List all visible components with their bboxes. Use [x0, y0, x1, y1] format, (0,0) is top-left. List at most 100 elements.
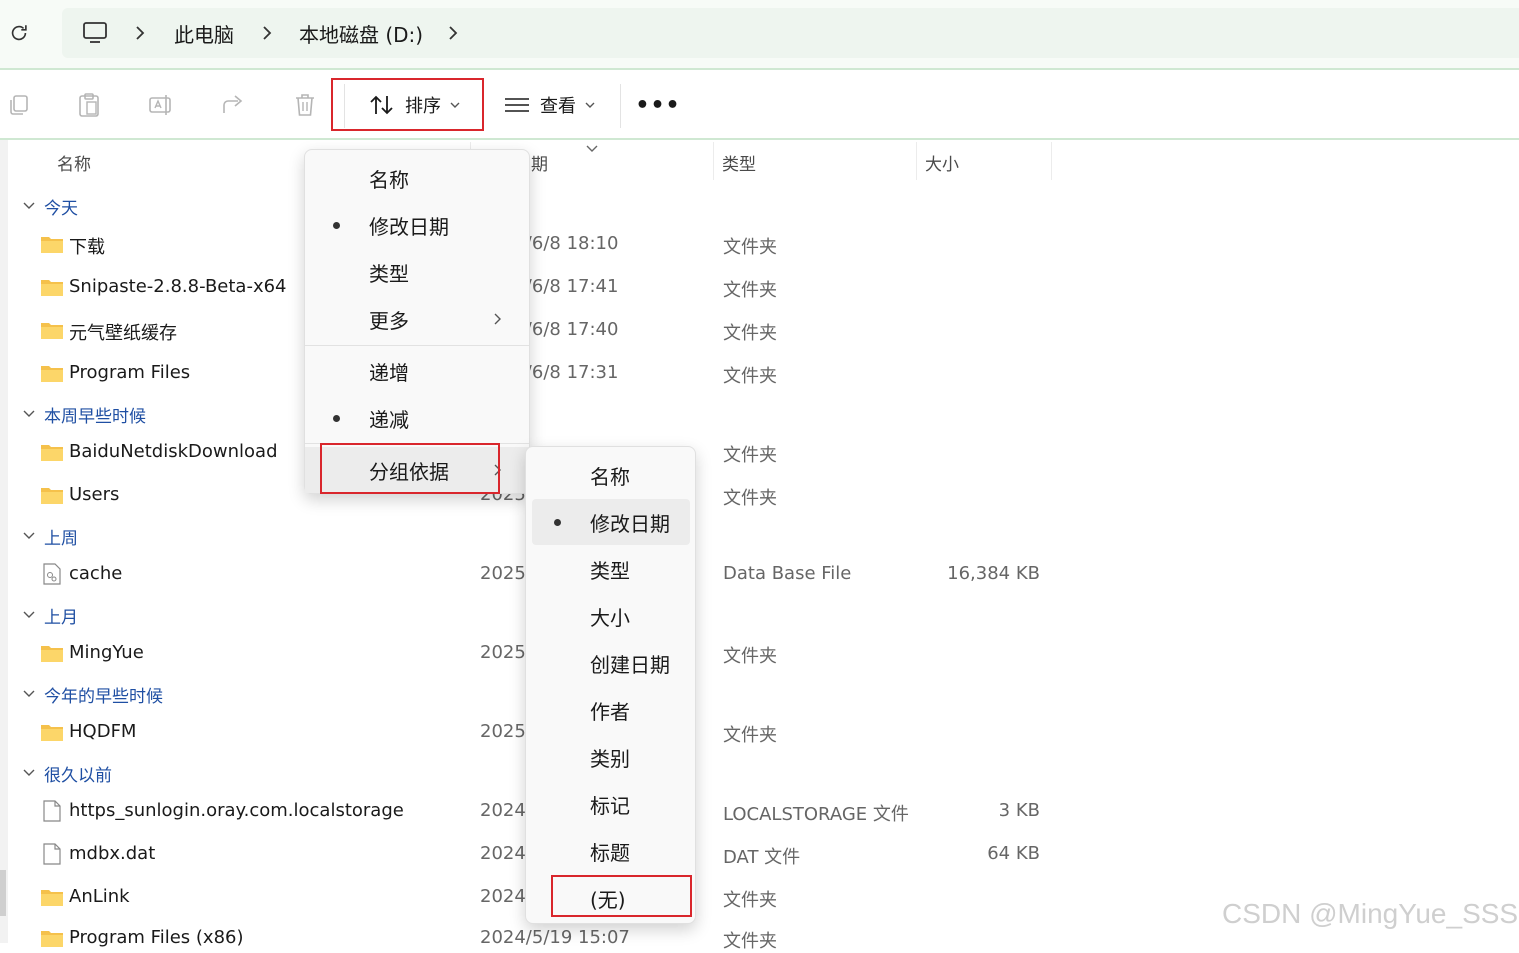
file-icon	[43, 800, 61, 822]
more-dots-icon: •••	[635, 92, 681, 118]
file-size: 64 KB	[987, 843, 1040, 864]
folder-icon	[41, 445, 63, 461]
watermark: CSDN @MingYue_SSS	[1222, 898, 1519, 929]
chevron-right-icon[interactable]	[447, 8, 459, 58]
breadcrumb-local-disk-d[interactable]: 本地磁盘 (D:)	[299, 8, 423, 58]
chevron-down-icon	[23, 611, 35, 618]
group-menu-item-modified-date[interactable]: 修改日期	[532, 499, 690, 545]
file-row[interactable]: Program Files (x86) 2024/5/19 15:07 文件夹	[40, 925, 1100, 953]
group-label: 本周早些时候	[44, 406, 146, 427]
left-pane-edge	[0, 140, 8, 943]
checked-bullet-icon	[333, 415, 340, 422]
file-row[interactable]: Snipaste-2.8.8-Beta-x64 2025/6/8 17:41 文…	[40, 274, 1100, 302]
sort-button-label: 排序	[405, 95, 441, 117]
file-name: https_sunlogin.oray.com.localstorage	[69, 800, 404, 821]
chevron-right-icon[interactable]	[261, 8, 273, 58]
rename-button[interactable]	[148, 92, 174, 118]
sort-menu-item-ascending[interactable]: 递增	[305, 348, 529, 394]
chevron-down-icon	[23, 532, 35, 539]
column-separator[interactable]	[713, 142, 714, 180]
file-name: 元气壁纸缓存	[69, 323, 177, 344]
toolbar-divider	[620, 84, 621, 128]
group-menu-item-type[interactable]: 类型	[526, 546, 695, 592]
file-name: 下载	[69, 237, 105, 258]
share-icon	[223, 95, 243, 113]
file-type: 文件夹	[723, 323, 777, 344]
list-view-icon	[505, 97, 529, 112]
folder-icon	[41, 488, 63, 504]
more-options-button[interactable]: •••	[635, 90, 679, 120]
group-by-submenu: 名称 修改日期 类型 大小 创建日期 作者 类别 标记 标题 (无)	[525, 446, 696, 924]
delete-button[interactable]	[292, 92, 318, 118]
column-header-size[interactable]: 大小	[925, 150, 959, 175]
group-menu-item-author[interactable]: 作者	[526, 687, 695, 733]
computer-icon[interactable]	[82, 8, 108, 58]
copy-button[interactable]	[6, 92, 32, 118]
file-name: cache	[69, 563, 123, 584]
file-name: Snipaste-2.8.8-Beta-x64	[69, 276, 287, 297]
group-menu-item-category[interactable]: 类别	[526, 734, 695, 780]
chevron-down-icon	[585, 102, 595, 108]
group-by-highlight-box	[320, 443, 500, 494]
file-name: HQDFM	[69, 721, 137, 742]
group-menu-item-title[interactable]: 标题	[526, 828, 695, 874]
file-date: 2024	[480, 886, 526, 907]
group-label: 上周	[44, 528, 78, 549]
group-header-earlier-this-year[interactable]: 今年的早些时候	[22, 682, 163, 707]
breadcrumb-this-pc[interactable]: 此电脑	[174, 8, 234, 58]
file-name: AnLink	[69, 886, 130, 907]
breadcrumb[interactable]: 此电脑 本地磁盘 (D:)	[62, 8, 1519, 58]
file-row[interactable]: 下载 2025/6/8 18:10 文件夹	[40, 231, 1100, 259]
group-header-long-ago[interactable]: 很久以前	[22, 761, 112, 786]
sort-menu-item-name[interactable]: 名称	[305, 155, 529, 201]
share-button[interactable]	[220, 92, 246, 118]
paste-icon	[79, 93, 99, 117]
file-row[interactable]: 元气壁纸缓存 2025/6/8 17:40 文件夹	[40, 317, 1100, 345]
group-menu-item-created-date[interactable]: 创建日期	[526, 640, 695, 686]
sort-menu-item-type[interactable]: 类型	[305, 249, 529, 295]
sort-menu-item-descending[interactable]: 递减	[305, 395, 529, 441]
file-date: 2024/5/19 15:07	[480, 927, 630, 948]
view-button[interactable]: 查看	[500, 78, 610, 131]
group-header-earlier-this-week[interactable]: 本周早些时候	[22, 402, 146, 427]
column-header-type[interactable]: 类型	[722, 150, 756, 175]
group-header-today[interactable]: 今天	[22, 194, 78, 219]
column-separator[interactable]	[916, 142, 917, 180]
group-label: 今天	[44, 198, 78, 219]
folder-icon	[41, 890, 63, 906]
group-menu-item-tags[interactable]: 标记	[526, 781, 695, 827]
column-separator[interactable]	[1051, 142, 1052, 180]
refresh-button[interactable]	[6, 20, 32, 46]
group-label: 上月	[44, 607, 78, 628]
chevron-right-icon	[494, 313, 501, 325]
file-row[interactable]: Program Files 2025/6/8 17:31 文件夹	[40, 360, 1100, 388]
folder-icon	[41, 366, 63, 382]
group-header-last-month[interactable]: 上月	[22, 603, 78, 628]
chevron-down-icon	[23, 690, 35, 697]
group-menu-item-size[interactable]: 大小	[526, 593, 695, 639]
group-header-last-week[interactable]: 上周	[22, 524, 78, 549]
chevron-down-icon	[23, 202, 35, 209]
trash-icon	[296, 94, 314, 116]
left-pane-scrollbar[interactable]	[0, 870, 6, 916]
file-type: 文件夹	[723, 280, 777, 301]
file-name: mdbx.dat	[69, 843, 156, 864]
sort-arrows-icon	[370, 95, 393, 114]
command-bar: 排序 查看 •••	[0, 70, 1519, 140]
file-size: 16,384 KB	[947, 563, 1040, 584]
file-type: LOCALSTORAGE 文件	[723, 804, 909, 825]
group-menu-item-name[interactable]: 名称	[526, 452, 695, 498]
column-header-name[interactable]: 名称	[57, 150, 91, 175]
chevron-right-icon[interactable]	[134, 8, 146, 58]
file-type: Data Base File	[723, 563, 852, 584]
chevron-down-icon	[23, 769, 35, 776]
file-name: MingYue	[69, 642, 144, 663]
refresh-icon	[11, 25, 27, 41]
sort-button[interactable]: 排序	[331, 78, 484, 131]
folder-icon	[41, 280, 63, 296]
sort-menu-item-more[interactable]: 更多	[305, 296, 529, 342]
paste-button[interactable]	[76, 92, 102, 118]
sort-menu-item-modified-date[interactable]: 修改日期	[305, 202, 529, 248]
file-type: 文件夹	[723, 931, 777, 952]
file-name: Users	[69, 484, 120, 505]
